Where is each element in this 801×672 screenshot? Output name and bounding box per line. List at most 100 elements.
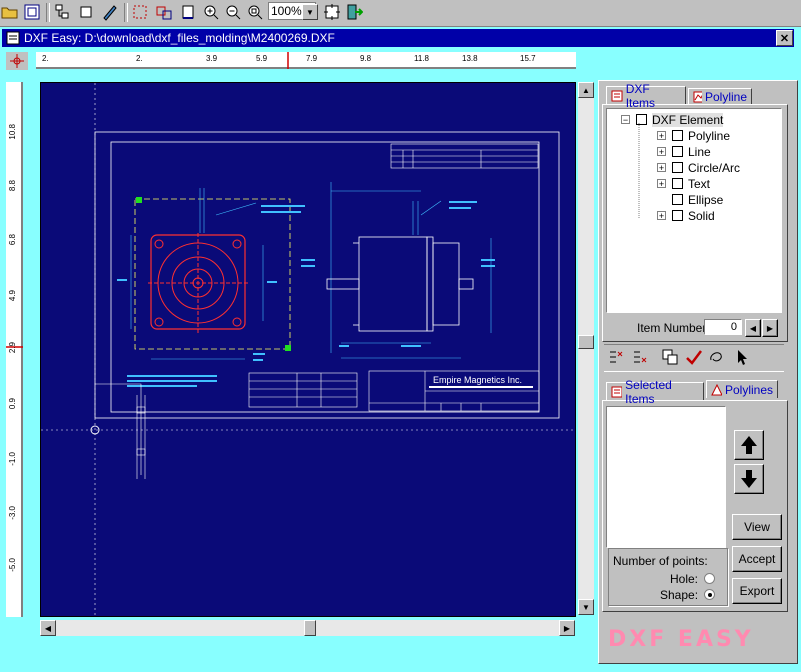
window-title: DXF Easy: D:\download\dxf_files_molding\… — [24, 31, 335, 45]
ruler-v-tick: -1.0 — [8, 452, 17, 466]
move-up-button[interactable] — [734, 430, 764, 460]
window-titlebar[interactable]: DXF Easy: D:\download\dxf_files_molding\… — [2, 29, 794, 47]
ruler-v-tick: 8.8 — [8, 180, 17, 192]
shape-label: Shape: — [660, 588, 699, 602]
hole-label: Hole: — [670, 572, 699, 586]
copy-icon[interactable] — [660, 347, 680, 367]
accept-button[interactable]: Accept — [732, 546, 782, 572]
ruler-h-tick: 7.9 — [306, 54, 318, 63]
tree-lines — [638, 123, 640, 219]
polyline-icon — [693, 91, 702, 102]
ruler-v-tick: 6.8 — [8, 234, 17, 246]
list-icon — [611, 386, 623, 397]
ruler-corner[interactable] — [6, 52, 28, 70]
points-group-title: Number of points: — [613, 554, 708, 568]
leader-line — [95, 383, 142, 475]
select-icon[interactable] — [76, 2, 96, 22]
arrow-down-icon — [741, 470, 757, 488]
ruler-v-tick: -5.0 — [8, 558, 17, 572]
select-all-icon[interactable] — [606, 347, 626, 367]
grip-handle[interactable] — [136, 197, 142, 203]
main-toolbar: 100% ▼ — [0, 0, 801, 27]
tab-polylines[interactable]: Polylines — [706, 380, 778, 398]
scroll-up-icon[interactable]: ▲ — [578, 82, 594, 98]
chevron-down-icon[interactable]: ▼ — [302, 4, 318, 20]
ruler-h-tick: 2. — [136, 54, 143, 63]
zoom-out-icon[interactable] — [223, 2, 243, 22]
tab-selected-items[interactable]: Selected Items — [606, 378, 704, 406]
item-number-label: Item Number — [637, 321, 707, 335]
check-all-icon[interactable] — [684, 347, 704, 367]
next-item-icon[interactable]: ▶ — [762, 319, 778, 337]
frame-icon[interactable] — [322, 2, 342, 22]
ruler-v-tick: 2.9 — [8, 342, 17, 354]
arrow-up-icon — [741, 436, 757, 454]
toolbar-separator — [46, 3, 50, 22]
dimension-lines — [130, 182, 492, 360]
select-region-icon[interactable] — [130, 2, 150, 22]
cad-drawing[interactable]: Empire Magnetics Inc. — [41, 83, 575, 616]
fit-window-icon[interactable] — [22, 2, 42, 22]
hierarchy-icon[interactable] — [52, 2, 72, 22]
grip-handle[interactable] — [285, 345, 291, 351]
ruler-v-tick: 0.9 — [8, 398, 17, 410]
open-folder-icon[interactable] — [0, 2, 20, 22]
select-entities-icon[interactable] — [154, 2, 174, 22]
window-icon[interactable] — [178, 2, 198, 22]
deselect-icon[interactable] — [630, 347, 650, 367]
crosshair-icon — [10, 54, 24, 68]
shape-radio[interactable] — [704, 589, 715, 600]
tab-polyline[interactable]: Polyline — [688, 88, 752, 104]
ruler-h-tick: 11.8 — [414, 54, 429, 63]
motor-front-view — [148, 233, 248, 333]
ruler-v-tick: 10.8 — [8, 124, 17, 140]
close-icon[interactable]: ✕ — [776, 30, 793, 46]
ruler-v-tick: 4.9 — [8, 290, 17, 302]
vertical-ruler: 10.8 8.8 6.8 4.9 2.9 0.9 -1.0 -3.0 -5.0 — [6, 82, 23, 617]
pointer-icon[interactable] — [732, 347, 752, 367]
scroll-thumb[interactable] — [304, 620, 316, 636]
list-icon — [611, 90, 623, 101]
sheet-border-inner — [110, 141, 540, 413]
ruler-h-tick: 2. — [42, 54, 49, 63]
exit-icon[interactable] — [344, 2, 364, 22]
zoom-in-icon[interactable] — [201, 2, 221, 22]
edit-icon[interactable] — [100, 2, 120, 22]
item-number-field[interactable]: 0 — [704, 319, 742, 335]
panel-toolbar — [604, 344, 784, 372]
vertical-scrollbar[interactable]: ▲ ▼ — [578, 82, 594, 615]
export-button[interactable]: Export — [732, 578, 782, 604]
scroll-down-icon[interactable]: ▼ — [578, 599, 594, 615]
app-logo: DXF EASY — [608, 627, 754, 652]
address-line — [429, 386, 533, 388]
ruler-h-tick: 15.7 — [520, 54, 536, 63]
hole-radio[interactable] — [704, 573, 715, 584]
revision-table — [390, 143, 539, 169]
view-boundary — [134, 198, 291, 350]
zoom-value: 100% — [271, 4, 302, 18]
document-icon — [6, 31, 20, 45]
scroll-right-icon[interactable]: ▶ — [559, 620, 575, 636]
radio-dot — [707, 592, 712, 597]
move-down-button[interactable] — [734, 464, 764, 494]
horizontal-scrollbar[interactable]: ◀ ▶ — [40, 620, 575, 636]
dxf-element-tree[interactable]: − DXF Element + Polyline + Line + Circle/Arc +… — [606, 108, 782, 313]
scroll-thumb[interactable] — [578, 335, 594, 349]
view-button[interactable]: View — [732, 514, 782, 540]
ruler-h-tick: 9.8 — [360, 54, 372, 63]
polylines-list[interactable] — [606, 406, 726, 548]
spec-table — [248, 372, 358, 408]
zoom-fit-icon[interactable] — [245, 2, 265, 22]
horizontal-ruler: 2. 2. 3.9 5.9 7.9 9.8 11.8 13.8 15.7 — [36, 52, 576, 69]
company-label: Empire Magnetics Inc. — [433, 375, 522, 385]
prev-item-icon[interactable]: ◀ — [745, 319, 761, 337]
polylines-icon — [711, 383, 722, 395]
ruler-h-tick: 3.9 — [206, 54, 218, 63]
ruler-v-tick: -3.0 — [8, 506, 17, 520]
tab-dxf-items[interactable]: DXF Items — [606, 82, 686, 110]
lasso-icon[interactable] — [706, 347, 726, 367]
ruler-h-tick: 5.9 — [256, 54, 268, 63]
drawing-canvas[interactable]: Empire Magnetics Inc. — [40, 82, 576, 617]
motor-side-view — [326, 236, 474, 332]
scroll-left-icon[interactable]: ◀ — [40, 620, 56, 636]
